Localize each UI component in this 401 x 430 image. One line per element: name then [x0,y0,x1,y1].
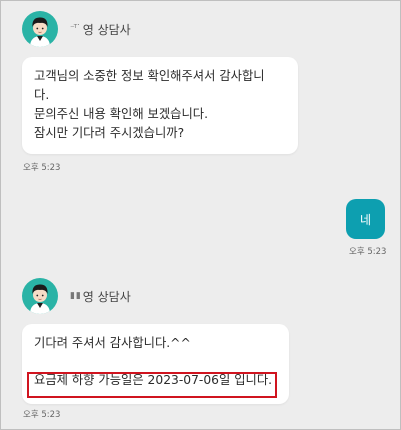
agent-header: ▮ ▮ 영 상담사 [22,278,131,314]
agent-name: ⁻ᵀ˙ 영 상담사 [70,21,131,38]
agent-name-masked: ⁻ᵀ˙ [70,24,81,34]
message-line: 다. [34,88,50,102]
agent-message-bubble: 고객님의 소중한 정보 확인해주셔서 감사합니 다. 문의주신 내용 확인해 보… [22,57,298,154]
agent-name-masked: ▮ ▮ [70,291,81,301]
message-time: 오후 5:23 [23,163,61,173]
agent-avatar-icon [22,278,58,314]
message-line: 잠시만 기다려 주시겠습니까? [34,126,185,140]
agent-header: ⁻ᵀ˙ 영 상담사 [22,11,131,47]
message-line: 기다려 주셔서 감사합니다.^^ [34,336,191,350]
message-line-blank [34,353,289,369]
agent-avatar-icon [22,11,58,47]
message-line: 문의주신 내용 확인해 보겠습니다. [34,107,209,121]
agent-name: ▮ ▮ 영 상담사 [70,288,131,305]
user-message-text: 네 [359,212,372,227]
highlight-box [27,372,277,398]
message-time: 오후 5:23 [349,247,387,257]
agent-name-label: 영 상담사 [82,22,131,37]
user-message-bubble: 네 [346,199,385,239]
message-line: 고객님의 소중한 정보 확인해주셔서 감사합니 [34,69,265,83]
agent-name-label: 영 상담사 [82,289,131,304]
message-time: 오후 5:23 [23,410,61,420]
